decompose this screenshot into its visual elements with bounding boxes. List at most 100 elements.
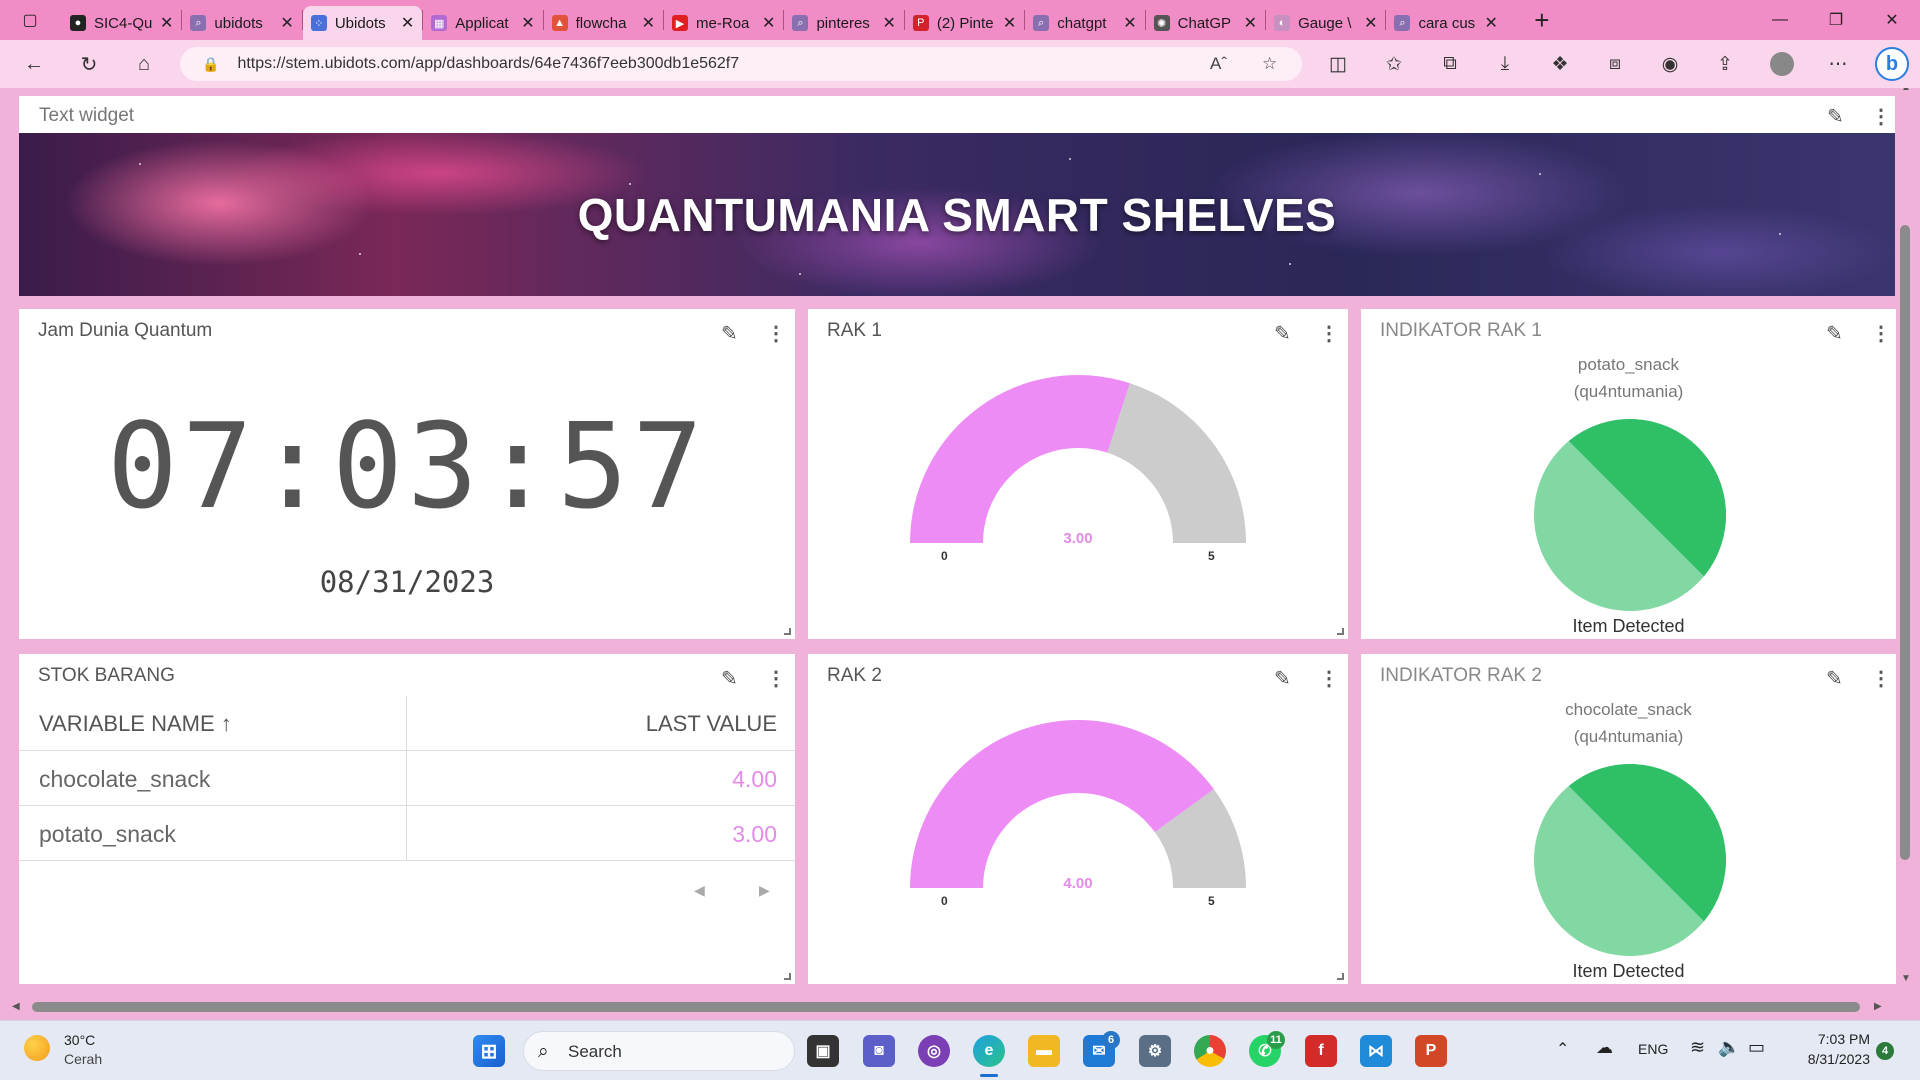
widget-menu-icon[interactable]: ⋮ bbox=[1871, 321, 1891, 345]
column-header-variable-name[interactable]: VARIABLE NAME ↑ bbox=[39, 711, 232, 737]
teams-chat-icon[interactable]: ◙ bbox=[863, 1035, 895, 1067]
scroll-down-icon[interactable]: ▼ bbox=[1901, 973, 1911, 984]
task-view-icon[interactable]: ▣ bbox=[807, 1035, 839, 1067]
url-text[interactable]: https://stem.ubidots.com/app/dashboards/… bbox=[237, 55, 739, 73]
indicator-widget-rak1: INDIKATOR RAK 1 ✎ ⋮ potato_snack (qu4ntu… bbox=[1361, 309, 1896, 639]
download-icon[interactable]: ⤓ bbox=[1483, 40, 1527, 88]
resize-handle[interactable] bbox=[784, 628, 791, 635]
edge-browser-icon[interactable]: e bbox=[973, 1035, 1005, 1067]
widget-menu-icon[interactable]: ⋮ bbox=[766, 321, 786, 345]
taskbar-search[interactable]: ⌕ Search bbox=[523, 1031, 795, 1071]
browser-tab[interactable]: ▦ Applicat ✕ bbox=[423, 7, 542, 39]
restore-icon[interactable]: ❐ bbox=[1808, 0, 1864, 40]
windows-start-icon[interactable]: ⊞ bbox=[473, 1035, 505, 1067]
vscode-icon[interactable]: ⋈ bbox=[1360, 1035, 1392, 1067]
powerpoint-icon[interactable]: P bbox=[1415, 1035, 1447, 1067]
language-indicator[interactable]: ENG bbox=[1638, 1041, 1668, 1057]
resize-handle[interactable] bbox=[1337, 628, 1344, 635]
browser-tab[interactable]: ⌕ cara cus ✕ bbox=[1386, 7, 1505, 39]
file-explorer-icon[interactable]: ▬ bbox=[1028, 1035, 1060, 1067]
wifi-icon[interactable]: ≋ bbox=[1690, 1037, 1705, 1058]
read-aloud-icon[interactable]: Aˆ bbox=[1210, 47, 1227, 81]
browser-tab[interactable]: ▶ me-Roa ✕ bbox=[664, 7, 783, 39]
browser-tab[interactable]: ⁘ Ubidots ✕ bbox=[302, 6, 423, 40]
performance-icon[interactable]: ◉ bbox=[1648, 40, 1692, 88]
more-options-icon[interactable]: ⋯ bbox=[1816, 40, 1860, 88]
close-window-icon[interactable]: ✕ bbox=[1864, 0, 1920, 40]
tab-actions-icon[interactable]: ▢ bbox=[12, 0, 48, 40]
column-header-last-value[interactable]: LAST VALUE bbox=[646, 711, 777, 737]
home-icon[interactable]: ⌂ bbox=[118, 40, 170, 88]
address-bar[interactable]: 🔒 https://stem.ubidots.com/app/dashboard… bbox=[180, 47, 1302, 81]
close-tab-icon[interactable]: ✕ bbox=[762, 13, 775, 33]
close-tab-icon[interactable]: ✕ bbox=[1123, 13, 1136, 33]
volume-icon[interactable]: 🔈 bbox=[1718, 1037, 1740, 1058]
bing-copilot-icon[interactable]: b bbox=[1870, 40, 1914, 88]
widget-menu-icon[interactable]: ⋮ bbox=[766, 666, 786, 690]
widget-menu-icon[interactable]: ⋮ bbox=[1871, 666, 1891, 690]
share-icon[interactable]: ⇪ bbox=[1703, 40, 1747, 88]
edit-pencil-icon[interactable]: ✎ bbox=[1826, 321, 1850, 345]
close-tab-icon[interactable]: ✕ bbox=[1484, 13, 1497, 33]
screenshot-icon[interactable]: ⧈ bbox=[1593, 40, 1637, 88]
show-hidden-icons[interactable]: ⌃ bbox=[1556, 1039, 1569, 1059]
chrome-icon[interactable]: ● bbox=[1194, 1035, 1226, 1067]
cloud-sync-icon[interactable]: ☁ bbox=[1596, 1038, 1613, 1058]
profile-avatar[interactable] bbox=[1760, 40, 1804, 88]
horizontal-scroll-thumb[interactable] bbox=[32, 1002, 1860, 1012]
browser-tab[interactable]: ⌕ ubidots ✕ bbox=[182, 7, 301, 39]
close-tab-icon[interactable]: ✕ bbox=[1364, 13, 1377, 33]
browser-tab[interactable]: ⌕ pinteres ✕ bbox=[784, 7, 903, 39]
refresh-icon[interactable]: ↻ bbox=[63, 40, 115, 88]
browser-tab[interactable]: P (2) Pinte ✕ bbox=[905, 7, 1024, 39]
close-tab-icon[interactable]: ✕ bbox=[1244, 13, 1257, 33]
close-tab-icon[interactable]: ✕ bbox=[1003, 13, 1016, 33]
system-clock[interactable]: 7:03 PM 8/31/2023 bbox=[1780, 1031, 1870, 1067]
scroll-up-icon[interactable]: ▲ bbox=[1901, 88, 1911, 93]
next-page-icon[interactable]: ▶ bbox=[759, 882, 770, 899]
widget-menu-icon[interactable]: ⋮ bbox=[1871, 104, 1891, 129]
edit-pencil-icon[interactable]: ✎ bbox=[721, 321, 745, 345]
sort-arrow-icon[interactable]: ↑ bbox=[221, 711, 232, 736]
scroll-right-icon[interactable]: ▶ bbox=[1874, 1001, 1882, 1012]
close-tab-icon[interactable]: ✕ bbox=[882, 13, 895, 33]
notification-badge[interactable]: 4 bbox=[1876, 1042, 1894, 1060]
horizontal-scrollbar[interactable]: ◀ ▶ bbox=[0, 994, 1920, 1020]
browser-tab[interactable]: ● SIC4-Qu ✕ bbox=[62, 7, 181, 39]
favorite-star-icon[interactable]: ☆ bbox=[1262, 47, 1277, 81]
prev-page-icon[interactable]: ◀ bbox=[694, 882, 705, 899]
new-tab-button[interactable]: + bbox=[1522, 5, 1562, 36]
battery-icon[interactable]: ▭ bbox=[1748, 1037, 1765, 1058]
gauge-min-label: 0 bbox=[941, 894, 948, 908]
split-screen-icon[interactable]: ◫ bbox=[1316, 40, 1360, 88]
github-desktop-icon[interactable]: ◎ bbox=[918, 1035, 950, 1067]
close-tab-icon[interactable]: ✕ bbox=[521, 13, 534, 33]
vertical-scrollbar[interactable]: ▲ ▼ bbox=[1896, 88, 1920, 994]
favorites-icon[interactable]: ✩ bbox=[1372, 40, 1416, 88]
collections-icon[interactable]: ⧉ bbox=[1428, 40, 1472, 88]
resize-handle[interactable] bbox=[784, 973, 791, 980]
clock-date: 08/31/2023 bbox=[319, 565, 495, 599]
resize-handle[interactable] bbox=[1337, 973, 1344, 980]
close-tab-icon[interactable]: ✕ bbox=[401, 13, 414, 33]
edit-pencil-icon[interactable]: ✎ bbox=[721, 666, 745, 690]
close-tab-icon[interactable]: ✕ bbox=[160, 13, 173, 33]
browser-tab[interactable]: ✺ ChatGP ✕ bbox=[1146, 7, 1265, 39]
browser-tab[interactable]: ▲ flowcha ✕ bbox=[544, 7, 663, 39]
flash-app-icon[interactable]: f bbox=[1305, 1035, 1337, 1067]
extension-icon[interactable]: ❖ bbox=[1538, 40, 1582, 88]
table-row[interactable]: chocolate_snack 4.00 bbox=[19, 751, 795, 806]
edit-pencil-icon[interactable]: ✎ bbox=[1826, 666, 1850, 690]
minimize-icon[interactable]: — bbox=[1752, 0, 1808, 40]
settings-gear-icon[interactable]: ⚙ bbox=[1139, 1035, 1171, 1067]
scroll-left-icon[interactable]: ◀ bbox=[12, 1001, 20, 1012]
back-icon[interactable]: ← bbox=[8, 40, 60, 88]
browser-tab[interactable]: ⌕ chatgpt ✕ bbox=[1025, 7, 1144, 39]
table-row[interactable]: potato_snack 3.00 bbox=[19, 806, 795, 861]
edit-pencil-icon[interactable]: ✎ bbox=[1827, 104, 1844, 129]
vertical-scroll-thumb[interactable] bbox=[1900, 225, 1910, 860]
browser-tab[interactable]: ◐ Gauge \ ✕ bbox=[1266, 7, 1385, 39]
close-tab-icon[interactable]: ✕ bbox=[642, 13, 655, 33]
close-tab-icon[interactable]: ✕ bbox=[280, 13, 293, 33]
weather-widget[interactable]: 30°C Cerah bbox=[20, 1029, 160, 1073]
